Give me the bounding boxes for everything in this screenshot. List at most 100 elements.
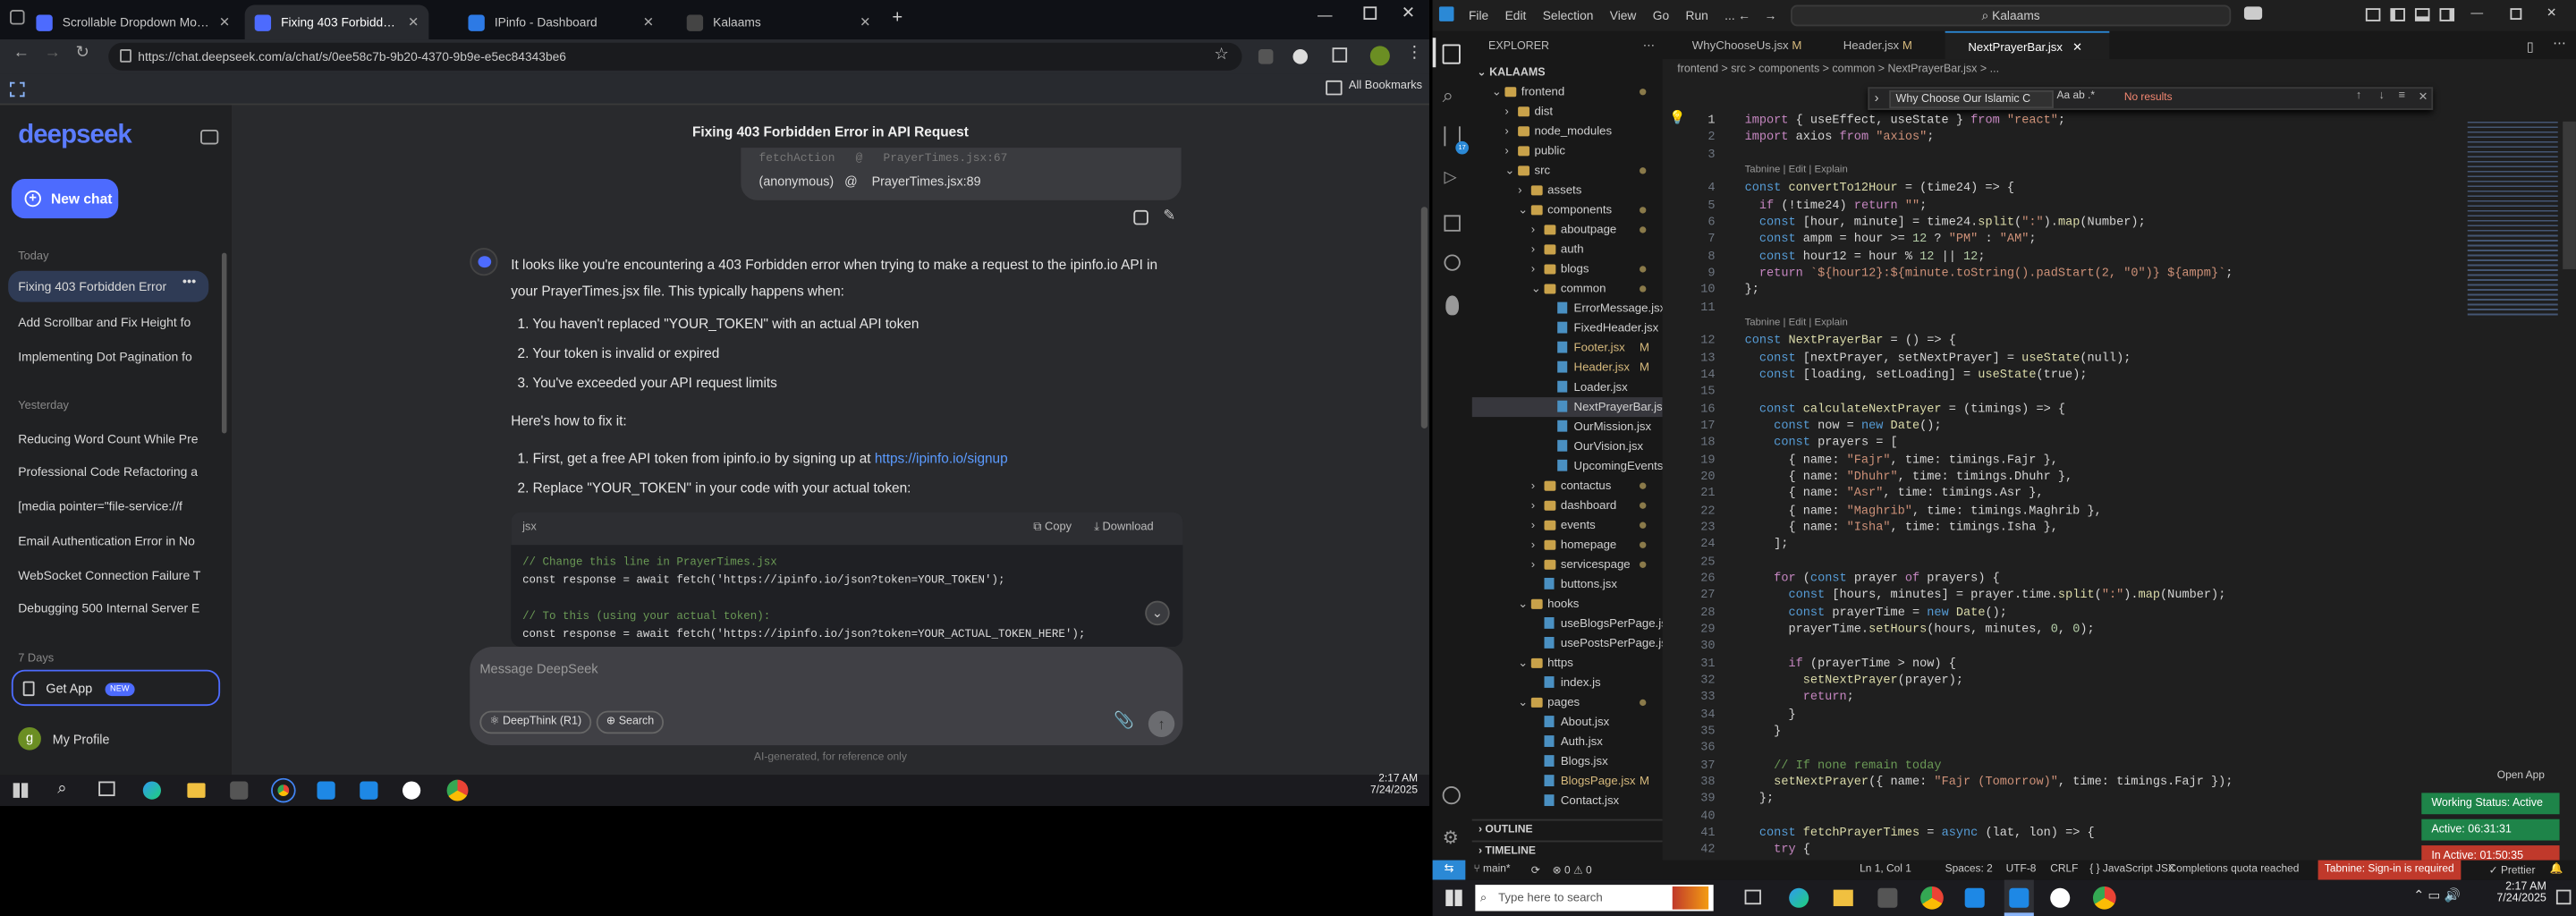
- toggle-replace-icon[interactable]: ›: [1875, 90, 1879, 106]
- file-item[interactable]: usePostsPerPage.jsx: [1472, 633, 1663, 653]
- edge-icon[interactable]: [142, 781, 161, 800]
- copy-code-button[interactable]: ⧉ Copy: [1033, 522, 1072, 536]
- breadcrumb[interactable]: frontend > src > components > common > N…: [1677, 64, 2203, 76]
- explorer-more-icon[interactable]: ⋯: [1643, 38, 1655, 53]
- chat-item[interactable]: Professional Code Refactoring a: [18, 464, 202, 479]
- close-find-icon[interactable]: ✕: [2419, 90, 2428, 104]
- edge-icon[interactable]: [1789, 887, 1809, 908]
- code-line[interactable]: 28 const prayerTime = new Date();: [1663, 605, 2576, 622]
- file-item[interactable]: ErrorMessage.jsx: [1472, 299, 1663, 318]
- folder-item[interactable]: ⌄ components: [1472, 200, 1663, 220]
- close-window-icon[interactable]: ✕: [2546, 5, 2557, 21]
- cursor-position[interactable]: Ln 1, Col 1: [1860, 863, 1911, 875]
- clock[interactable]: 2:17 AM 7/24/2025: [1352, 773, 1418, 796]
- folder-item[interactable]: › auth: [1472, 240, 1663, 259]
- code-line[interactable]: 8 const hour12 = hour % 12 || 12;: [1663, 249, 2576, 266]
- code-line[interactable]: 38 setNextPrayer({ name: "Fajr (Tomorrow…: [1663, 775, 2576, 792]
- task-view-icon[interactable]: [1744, 889, 1761, 905]
- menu-run[interactable]: Run: [1686, 8, 1708, 23]
- code-line[interactable]: 16 const calculateNextPrayer = (timings)…: [1663, 402, 2576, 419]
- codelens[interactable]: Tabnine | Edit | Explain: [1745, 164, 1848, 175]
- menu-file[interactable]: File: [1469, 8, 1488, 23]
- chat-scrollbar[interactable]: [1420, 207, 1428, 428]
- editor-tab[interactable]: Header.jsx M: [1820, 31, 1938, 59]
- file-item[interactable]: OurVision.jsx: [1472, 437, 1663, 456]
- chat-item[interactable]: Fixing 403 Forbidden Error: [18, 279, 169, 294]
- file-item[interactable]: Footer.jsx M: [1472, 338, 1663, 358]
- vscode-icon[interactable]: [360, 781, 378, 800]
- apps-icon[interactable]: [10, 81, 25, 98]
- sidebar-scrollbar[interactable]: [221, 252, 227, 434]
- chat-item[interactable]: Implementing Dot Pagination fo: [18, 350, 202, 365]
- extensions-icon[interactable]: [1444, 215, 1461, 232]
- chat-item[interactable]: [media pointer="file-service://f: [18, 499, 202, 514]
- windows-start-icon[interactable]: [13, 783, 29, 798]
- notification-center-icon[interactable]: [2555, 889, 2572, 905]
- close-tab-icon[interactable]: ✕: [219, 15, 230, 30]
- chat-item[interactable]: Debugging 500 Internal Server E: [18, 601, 202, 616]
- codelens[interactable]: Tabnine | Edit | Explain: [1745, 317, 1848, 328]
- toggle-sidebar-icon[interactable]: [2390, 8, 2405, 21]
- code-line[interactable]: 29 prayerTime.setHours(hours, minutes, 0…: [1663, 622, 2576, 639]
- chat-item[interactable]: Reducing Word Count While Pre: [18, 432, 202, 447]
- store-icon[interactable]: [1877, 887, 1898, 908]
- file-item[interactable]: Contact.jsx: [1472, 792, 1663, 811]
- toggle-secondary-sidebar-icon[interactable]: [2439, 8, 2455, 21]
- folder-item[interactable]: › public: [1472, 141, 1663, 161]
- folder-item[interactable]: › assets: [1472, 181, 1663, 200]
- windows-start-icon[interactable]: [1445, 889, 1462, 906]
- code-line[interactable]: 18 const prayers = [: [1663, 436, 2576, 453]
- close-window-icon[interactable]: ✕: [1402, 5, 1415, 23]
- chrome-icon[interactable]: [2092, 886, 2116, 910]
- site-settings-icon[interactable]: [120, 49, 131, 63]
- code-editor[interactable]: 1 import { useEffect, useState } from "re…: [1663, 114, 2576, 869]
- search-icon[interactable]: ⌕: [57, 780, 66, 798]
- file-explorer-icon[interactable]: [187, 783, 206, 798]
- send-icon[interactable]: ↑: [1148, 710, 1175, 737]
- maximize-icon[interactable]: [1363, 6, 1377, 21]
- close-tab-icon[interactable]: ✕: [860, 15, 870, 30]
- code-line[interactable]: 31 if (prayerTime > now) {: [1663, 656, 2576, 673]
- language-mode[interactable]: { } JavaScript JSX: [2089, 863, 2175, 875]
- browser-tab-3[interactable]: IPinfo - Dashboard ✕: [458, 5, 664, 40]
- menu-view[interactable]: View: [1610, 8, 1637, 23]
- file-item[interactable]: Loader.jsx: [1472, 377, 1663, 397]
- code-line[interactable]: 7 const ampm = hour >= 12 ? "PM" : "AM";: [1663, 232, 2576, 249]
- chat-item[interactable]: WebSocket Connection Failure T: [18, 568, 202, 583]
- chat-item[interactable]: Email Authentication Error in No: [18, 533, 202, 548]
- code-line[interactable]: 9 return `${hour12}:${minute.toString().…: [1663, 266, 2576, 283]
- code-line[interactable]: 2 import axios from "axios";: [1663, 131, 2576, 148]
- code-line[interactable]: 37 // If none remain today: [1663, 758, 2576, 775]
- menu-go[interactable]: Go: [1653, 8, 1669, 23]
- new-tab-icon[interactable]: +: [892, 8, 902, 28]
- folder-item[interactable]: › blogs: [1472, 259, 1663, 279]
- find-options-icon[interactable]: Aa ab .*: [2057, 90, 2096, 102]
- code-line[interactable]: 21 { name: "Asr", time: timings.Asr },: [1663, 487, 2576, 504]
- reload-icon[interactable]: ↻: [75, 45, 89, 63]
- search-button[interactable]: ⊕ Search: [596, 710, 665, 734]
- menu-selection[interactable]: Selection: [1543, 8, 1594, 23]
- extension-icon[interactable]: [1258, 49, 1274, 64]
- editor-more-icon[interactable]: ⋯: [2553, 36, 2566, 51]
- browser-tab-4[interactable]: Kalaams ✕: [677, 5, 881, 40]
- tray-icons[interactable]: ⌃ ▭ 🔊: [2413, 888, 2461, 903]
- store-icon[interactable]: [230, 781, 249, 800]
- get-app-button[interactable]: Get App NEW: [11, 669, 221, 707]
- code-line[interactable]: 12 const NextPrayerBar = () => {: [1663, 334, 2576, 351]
- chat-options-icon[interactable]: •••: [182, 274, 196, 289]
- code-line[interactable]: 23 { name: "Isha", time: timings.Isha },: [1663, 521, 2576, 538]
- file-item[interactable]: BlogsPage.jsx M: [1472, 771, 1663, 791]
- toggle-panel-icon[interactable]: [2414, 8, 2430, 21]
- code-line[interactable]: 6 const [hour, minute] = time24.split(":…: [1663, 215, 2576, 232]
- back-icon[interactable]: ←: [13, 45, 30, 63]
- my-profile[interactable]: My Profile: [53, 732, 110, 747]
- completions-quota[interactable]: Completions quota reached: [2168, 863, 2299, 875]
- minimize-icon[interactable]: —: [1318, 6, 1333, 22]
- explorer-icon[interactable]: [1442, 44, 1461, 64]
- indentation[interactable]: Spaces: 2: [1945, 863, 1993, 875]
- remote-icon[interactable]: ⇆: [1432, 860, 1466, 880]
- folder-item[interactable]: ⌄ common: [1472, 279, 1663, 299]
- minimap[interactable]: [2467, 121, 2558, 319]
- search-icon[interactable]: ⌕: [1443, 84, 1453, 109]
- find-input[interactable]: Why Choose Our Islamic C: [1889, 89, 2054, 109]
